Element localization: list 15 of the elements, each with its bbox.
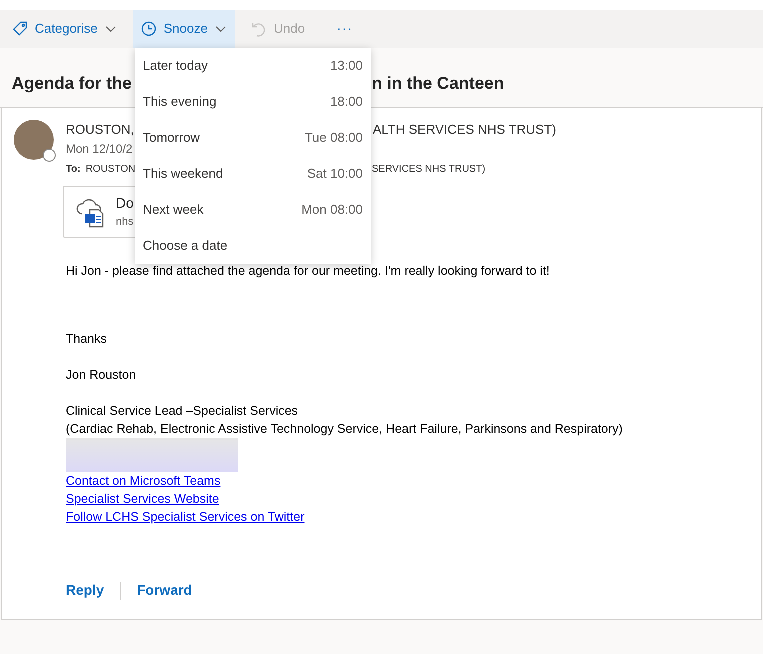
body-text: Hi Jon - please find attached the agenda for our meeting. I'm really looking forward to it! (66, 263, 551, 280)
body-text: Thanks (66, 331, 108, 348)
subject-title: Agenda for the (12, 72, 133, 95)
sender-name: ALTH SERVICES NHS TRUST) (373, 121, 556, 138)
recipient-name: SERVICES NHS TRUST) (372, 163, 486, 177)
to-label: To: (66, 163, 81, 177)
sent-date: Mon 12/10/2 (66, 141, 134, 158)
body-text: Clinical Service Lead –Specialist Services (66, 403, 300, 420)
body-text: Jon Rouston (66, 367, 138, 384)
attachment-name: Do (116, 194, 134, 214)
subject-title: n in the Canteen (372, 72, 504, 95)
recipient-name: ROUSTON (86, 163, 136, 177)
body-text: (Cardiac Rehab, Electronic Assistive Technology Service, Heart Failure, Parkinsons and Respiratory) (66, 421, 624, 438)
attachment-source: nhs (116, 215, 134, 230)
sender-name: ROUSTON, (66, 122, 134, 137)
